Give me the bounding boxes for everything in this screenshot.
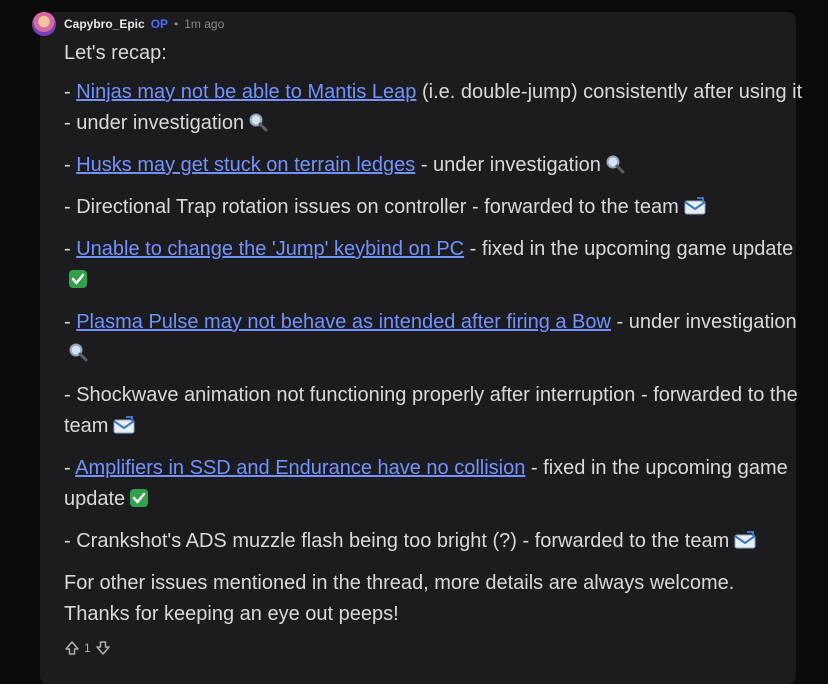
envelope-icon xyxy=(683,195,707,226)
downvote-icon[interactable] xyxy=(95,640,111,656)
issue-link[interactable]: Plasma Pulse may not behave as intended … xyxy=(76,311,611,333)
magnifier-icon xyxy=(605,153,625,184)
item-text: Shockwave animation not functioning prop… xyxy=(64,384,798,437)
vote-count: 1 xyxy=(84,641,91,655)
comment-body: Let's recap: - Ninjas may not be able to… xyxy=(64,38,804,638)
meta-separator: • xyxy=(174,17,179,31)
comment-timestamp: 1m ago xyxy=(184,17,225,31)
envelope-icon xyxy=(112,414,136,445)
upvote-icon[interactable] xyxy=(64,640,80,656)
envelope-icon xyxy=(733,529,757,560)
item-text: - under investigation xyxy=(610,311,797,333)
recap-item-1: - Ninjas may not be able to Mantis Leap … xyxy=(64,77,804,142)
issue-link[interactable]: Unable to change the 'Jump' keybind on P… xyxy=(76,238,464,260)
magnifier-icon xyxy=(68,341,88,372)
item-prefix: - xyxy=(64,457,76,479)
closing-text: For other issues mentioned in the thread… xyxy=(64,572,735,625)
item-prefix: - xyxy=(64,238,77,260)
user-avatar[interactable] xyxy=(32,12,56,36)
item-prefix: - xyxy=(64,154,77,176)
recap-item-2: - Husks may get stuck on terrain ledges … xyxy=(64,150,804,184)
recap-item-8: - Crankshot's ADS muzzle flash being too… xyxy=(64,526,804,560)
recap-item-5: - Plasma Pulse may not behave as intende… xyxy=(64,307,804,372)
op-badge: OP xyxy=(150,17,169,31)
item-prefix: - xyxy=(64,81,77,103)
item-prefix: - xyxy=(64,384,77,406)
vote-bar: 1 xyxy=(64,640,111,656)
item-text: - under investigation xyxy=(415,154,601,176)
recap-item-4: - Unable to change the 'Jump' keybind on… xyxy=(64,234,804,299)
magnifier-icon xyxy=(248,111,268,142)
item-text: Crankshot's ADS muzzle flash being too b… xyxy=(76,530,730,552)
item-text: Directional Trap rotation issues on cont… xyxy=(76,196,679,218)
item-prefix: - xyxy=(64,196,77,218)
item-prefix: - xyxy=(64,530,77,552)
recap-item-7: - Amplifiers in SSD and Endurance have n… xyxy=(64,453,804,518)
issue-link[interactable]: Amplifiers in SSD and Endurance have no … xyxy=(75,457,525,479)
username-link[interactable]: Capybro_Epic xyxy=(64,17,145,31)
comment-meta: Capybro_Epic OP • 1m ago xyxy=(64,15,224,33)
recap-item-3: - Directional Trap rotation issues on co… xyxy=(64,192,804,226)
check-icon xyxy=(68,268,88,299)
item-text: - fixed in the upcoming game update xyxy=(464,238,794,260)
intro-text: Let's recap: xyxy=(64,42,167,64)
issue-link[interactable]: Ninjas may not be able to Mantis Leap xyxy=(76,81,416,103)
item-prefix: - xyxy=(64,311,77,333)
recap-item-6: - Shockwave animation not functioning pr… xyxy=(64,380,804,445)
check-icon xyxy=(129,487,149,518)
issue-link[interactable]: Husks may get stuck on terrain ledges xyxy=(76,154,415,176)
